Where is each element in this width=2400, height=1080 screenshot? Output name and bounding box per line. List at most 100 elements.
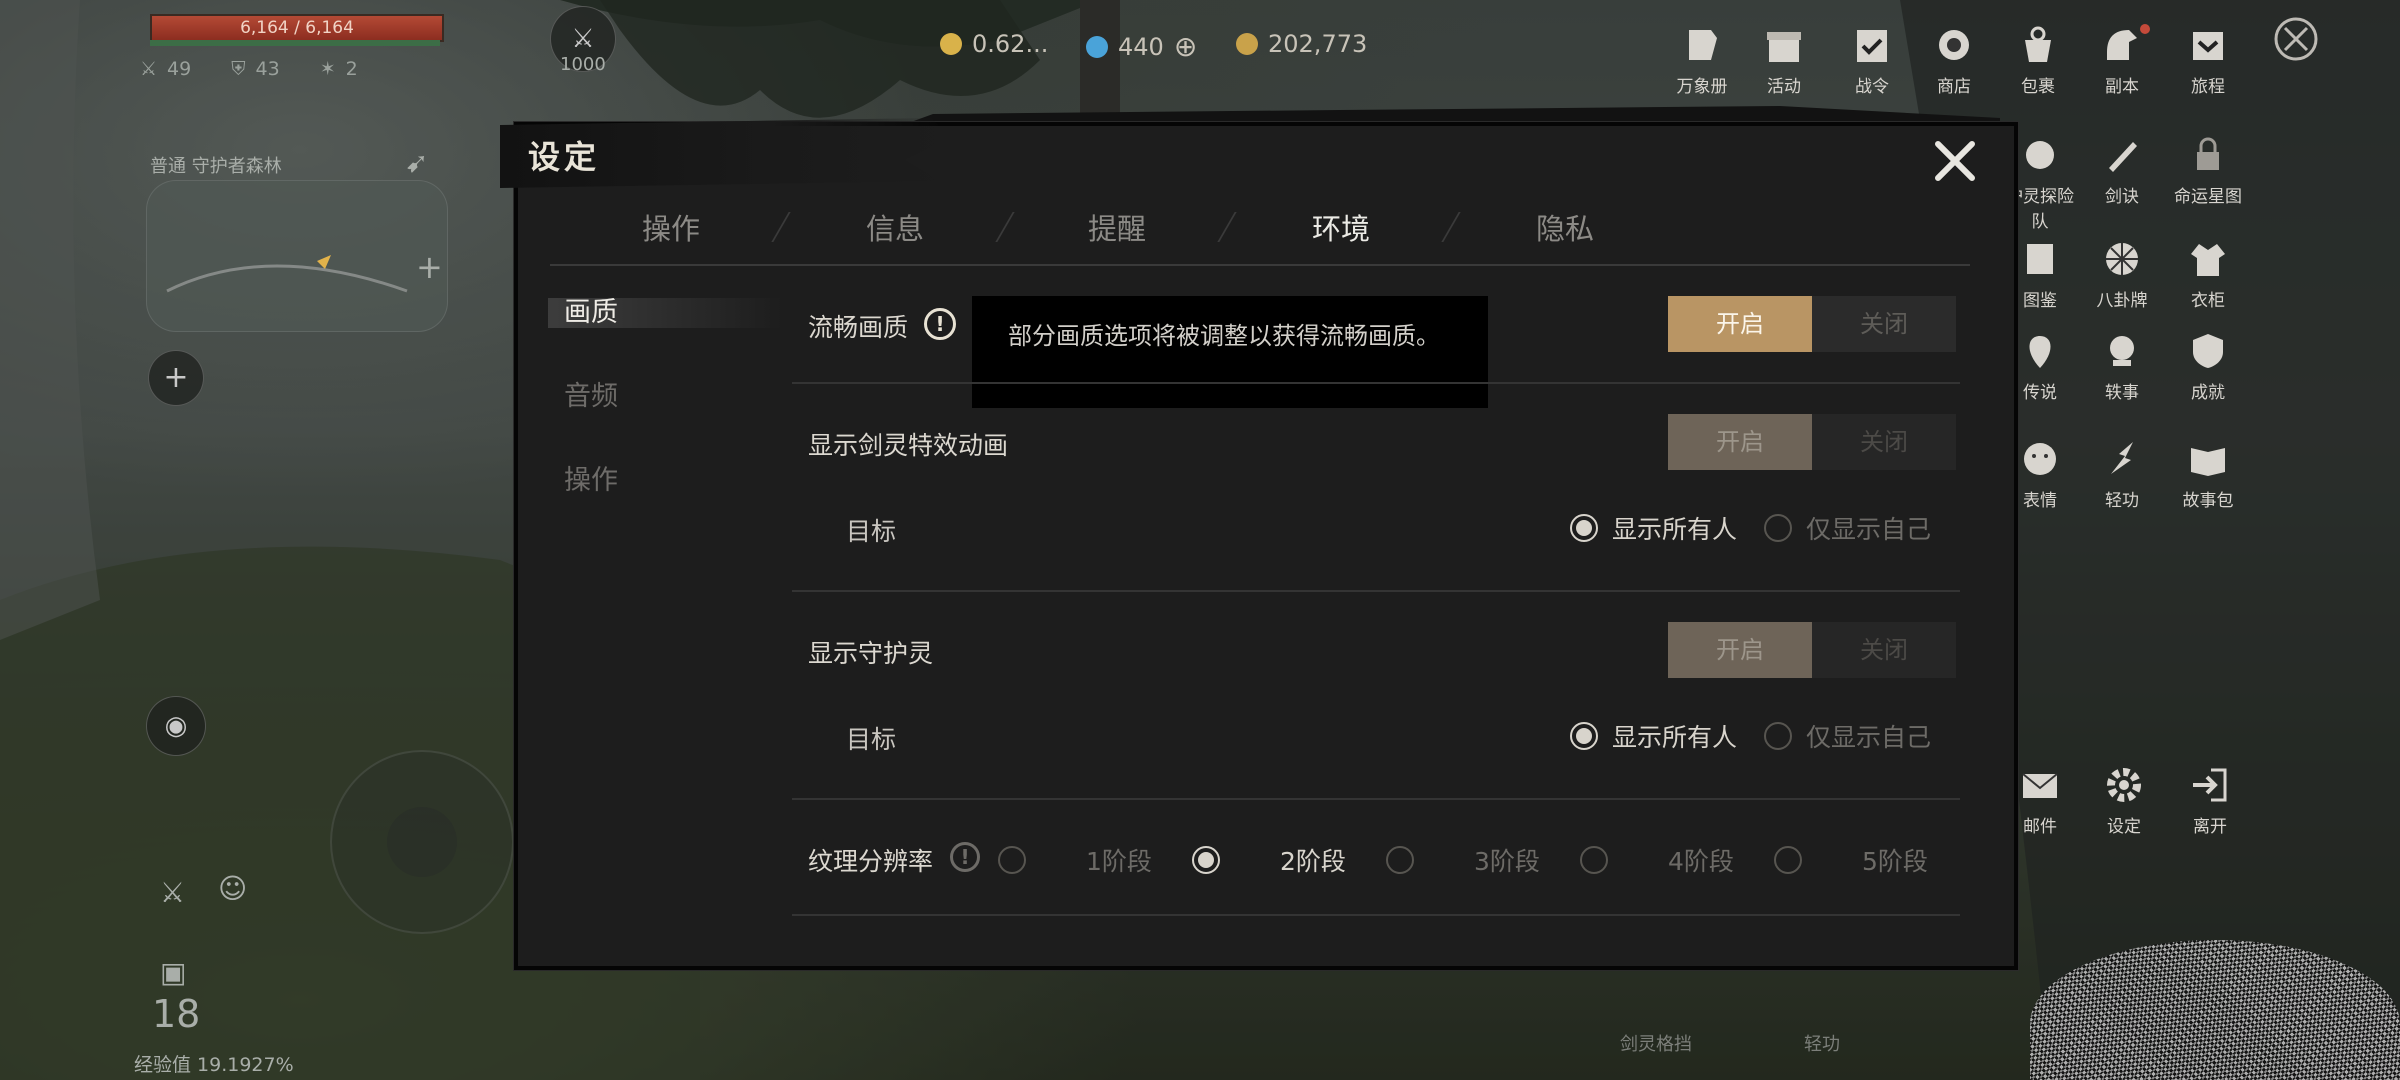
menu-emote-label: 表情 bbox=[2023, 491, 2057, 511]
crossed-swords-icon[interactable]: ⚔ bbox=[160, 876, 185, 909]
tab-separator bbox=[771, 212, 791, 242]
sword-effect-show-all-radio[interactable]: 显示所有人 bbox=[1570, 510, 1737, 546]
camera-icon[interactable]: ▣ bbox=[160, 956, 186, 989]
texture-resolution-label: 纹理分辨率 bbox=[808, 847, 934, 876]
bottom-label-1: 剑灵格挡 bbox=[1620, 1034, 1692, 1055]
gem-icon bbox=[1086, 35, 1108, 58]
texture-option-5[interactable]: 5阶段 bbox=[1774, 842, 1928, 878]
guardian-show-all-radio[interactable]: 显示所有人 bbox=[1570, 718, 1737, 754]
menu-events-label: 活动 bbox=[1767, 77, 1801, 97]
book-icon bbox=[2185, 436, 2231, 482]
hp-bar: 6,164 / 6,164 bbox=[150, 14, 444, 42]
add-currency-icon[interactable]: ⊕ bbox=[1174, 30, 1197, 63]
menu-storybook[interactable]: 故事包 bbox=[2168, 436, 2248, 511]
attack-value: 49 bbox=[167, 58, 192, 80]
player-level: 18 bbox=[152, 992, 201, 1036]
tab-controls[interactable]: 操作 bbox=[642, 206, 700, 248]
texture-option-2[interactable]: 2阶段 bbox=[1192, 842, 1346, 878]
menu-sword-art[interactable]: 剑诀 bbox=[2082, 132, 2162, 207]
menu-dungeon[interactable]: 副本 bbox=[2082, 22, 2162, 97]
menu-shop[interactable]: 商店 bbox=[1914, 22, 1994, 97]
row-divider bbox=[792, 382, 1960, 384]
radio-unselected-icon bbox=[1764, 722, 1792, 750]
menu-fate-map: 命运星图 bbox=[2168, 132, 2248, 207]
atlas-icon bbox=[1679, 22, 1725, 68]
minimap[interactable] bbox=[146, 180, 448, 332]
menu-combat-toggle[interactable] bbox=[2256, 16, 2336, 66]
minimap-path bbox=[166, 255, 408, 293]
sword-icon: ⚔ bbox=[140, 58, 158, 80]
menu-inventory[interactable]: 包裹 bbox=[1998, 22, 2078, 97]
menu-events[interactable]: 活动 bbox=[1744, 22, 1824, 97]
close-icon bbox=[1935, 141, 1975, 181]
smooth-quality-toggle[interactable]: 开启 关闭 bbox=[1668, 296, 1956, 352]
lightness-skill-icon bbox=[2099, 436, 2145, 482]
guardian-on-button[interactable]: 开启 bbox=[1668, 622, 1812, 678]
robe-icon bbox=[2185, 236, 2231, 282]
crossed-swords-icon bbox=[2273, 16, 2319, 62]
close-button[interactable] bbox=[1930, 136, 1980, 186]
side-item-quality[interactable]: 画质 bbox=[564, 290, 618, 329]
menu-wardrobe[interactable]: 衣柜 bbox=[2168, 236, 2248, 311]
texture-option-4-label: 4阶段 bbox=[1668, 847, 1734, 876]
sword-effect-label: 显示剑灵特效动画 bbox=[808, 431, 1009, 460]
texture-option-4[interactable]: 4阶段 bbox=[1580, 842, 1734, 878]
menu-anecdote[interactable]: 轶事 bbox=[2082, 328, 2162, 403]
menu-settings[interactable]: 设定 bbox=[2084, 762, 2164, 837]
menu-atlas-label: 万象册 bbox=[1676, 77, 1728, 97]
anecdote-icon bbox=[2099, 328, 2145, 374]
menu-achievement[interactable]: 成就 bbox=[2168, 328, 2248, 403]
row-divider bbox=[792, 590, 1960, 592]
texture-option-3[interactable]: 3阶段 bbox=[1386, 842, 1540, 878]
party-icon[interactable]: ☺ bbox=[218, 872, 247, 905]
menu-inventory-label: 包裹 bbox=[2021, 77, 2055, 97]
menu-exit[interactable]: 离开 bbox=[2170, 762, 2250, 837]
tab-info[interactable]: 信息 bbox=[866, 206, 924, 248]
shop-icon bbox=[1931, 22, 1977, 68]
menu-sword-art-label: 剑诀 bbox=[2105, 187, 2139, 207]
radio-selected-icon bbox=[1570, 514, 1598, 542]
menu-dungeon-label: 副本 bbox=[2105, 77, 2139, 97]
texture-option-3-label: 3阶段 bbox=[1474, 847, 1540, 876]
tab-reminder[interactable]: 提醒 bbox=[1088, 206, 1146, 248]
codex-icon bbox=[2017, 236, 2063, 282]
side-item-controls[interactable]: 操作 bbox=[564, 458, 618, 497]
menu-mail-label: 邮件 bbox=[2023, 817, 2057, 837]
texture-option-5-label: 5阶段 bbox=[1862, 847, 1928, 876]
minimap-zoom-plus-icon[interactable]: + bbox=[416, 248, 443, 286]
sword-effect-self-only-radio[interactable]: 仅显示自己 bbox=[1764, 510, 1931, 546]
smooth-quality-on-button[interactable]: 开启 bbox=[1668, 296, 1812, 352]
info-icon[interactable]: ! bbox=[924, 308, 956, 340]
star-icon: ✶ bbox=[319, 58, 336, 80]
hp-text: 6,164 / 6,164 bbox=[240, 18, 354, 38]
smiley-icon bbox=[2017, 436, 2063, 482]
radio-unselected-icon bbox=[998, 846, 1026, 874]
texture-info-icon[interactable]: ! bbox=[950, 842, 980, 872]
menu-lightness[interactable]: 轻功 bbox=[2082, 436, 2162, 511]
texture-option-1[interactable]: 1阶段 bbox=[998, 842, 1152, 878]
side-item-audio[interactable]: 音频 bbox=[564, 374, 618, 413]
menu-bagua[interactable]: 八卦牌 bbox=[2082, 236, 2162, 311]
guardian-toggle[interactable]: 开启 关闭 bbox=[1668, 622, 1956, 678]
guardian-target-label: 目标 bbox=[846, 725, 897, 754]
movement-joystick[interactable] bbox=[330, 750, 514, 934]
sword-effect-off-button[interactable]: 关闭 bbox=[1812, 414, 1956, 470]
tab-privacy[interactable]: 隐私 bbox=[1536, 206, 1594, 248]
guardian-show-all-label: 显示所有人 bbox=[1612, 723, 1738, 752]
tab-environment[interactable]: 环境 bbox=[1312, 206, 1370, 248]
sword-effect-on-button[interactable]: 开启 bbox=[1668, 414, 1812, 470]
add-button[interactable]: + bbox=[148, 350, 204, 406]
map-toggle-icon[interactable]: ➹ bbox=[405, 146, 428, 179]
guardian-off-button[interactable]: 关闭 bbox=[1812, 622, 1956, 678]
currency-3: 202,773 bbox=[1236, 30, 1367, 58]
menu-journey[interactable]: 旅程 bbox=[2168, 22, 2248, 97]
sword-effect-toggle[interactable]: 开启 关闭 bbox=[1668, 414, 1956, 470]
guardian-self-only-radio[interactable]: 仅显示自己 bbox=[1764, 718, 1931, 754]
radar-icon[interactable]: ◉ bbox=[146, 696, 206, 756]
menu-battlepass[interactable]: 战令 bbox=[1832, 22, 1912, 97]
tab-separator bbox=[1217, 212, 1237, 242]
menu-atlas[interactable]: 万象册 bbox=[1662, 22, 1742, 97]
envelope-check-icon bbox=[2185, 22, 2231, 68]
exp-text: 经验值 19.1927% bbox=[134, 1054, 294, 1076]
smooth-quality-off-button[interactable]: 关闭 bbox=[1812, 296, 1956, 352]
